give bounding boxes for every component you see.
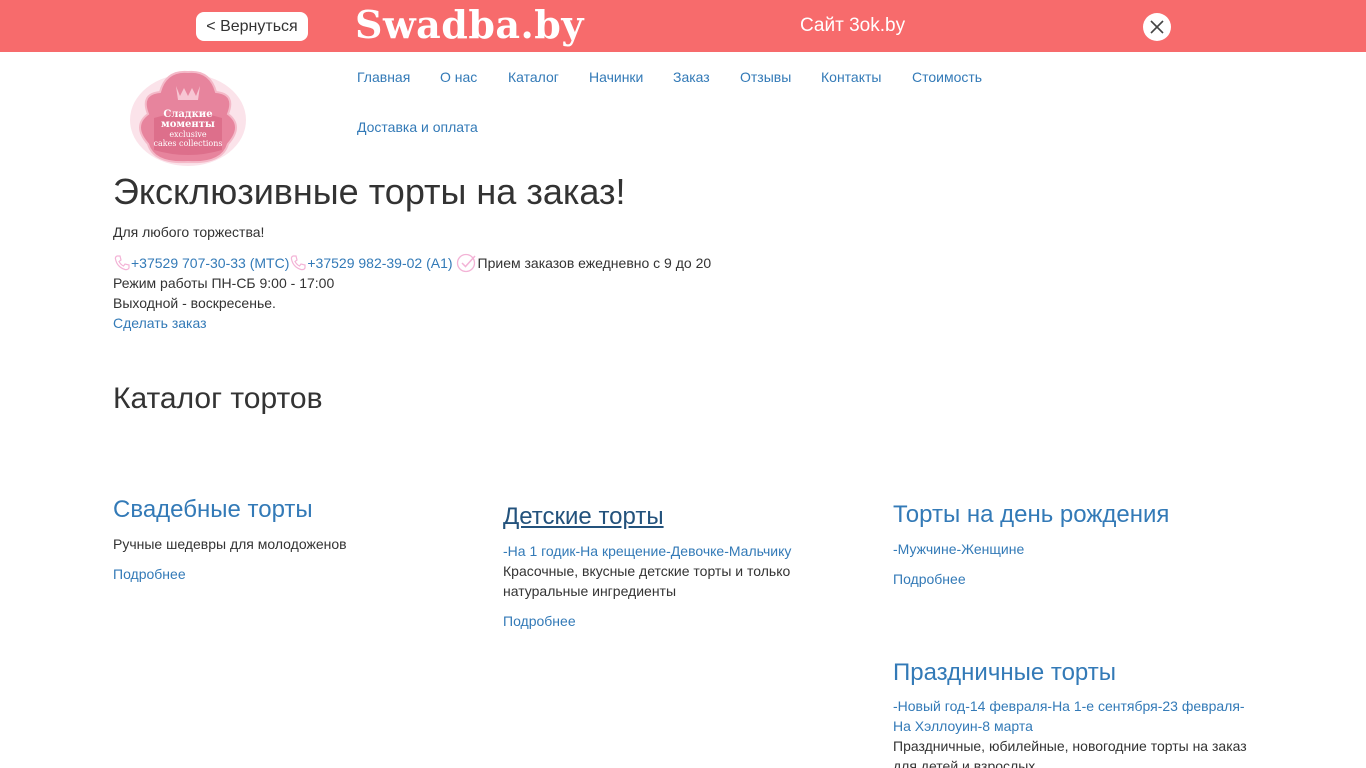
nav-item-contacts[interactable]: Контакты — [821, 68, 881, 86]
phone-a1-link[interactable]: +37529 982-39-02 (А1) — [307, 255, 452, 271]
catalog-heading: Каталог тортов — [113, 382, 323, 415]
phone-icon — [113, 254, 131, 272]
nav-item-order[interactable]: Заказ — [673, 68, 710, 86]
nav-item-catalog[interactable]: Каталог — [508, 68, 559, 86]
card-desc-kids-2: натуральные ингредиенты — [503, 583, 677, 599]
logo-line3: exclusive — [169, 130, 207, 139]
make-order-link[interactable]: Сделать заказ — [113, 314, 207, 332]
day-off: Выходной - воскресенье. — [113, 295, 276, 311]
phone-mts-link[interactable]: +37529 707-30-33 (МТС) — [131, 255, 289, 271]
working-hours: Режим работы ПН-СБ 9:00 - 17:00 — [113, 275, 335, 291]
check-circle-icon — [456, 252, 478, 274]
nav-item-about[interactable]: О нас — [440, 68, 477, 86]
tagline: Для любого торжества! — [113, 224, 265, 240]
nav-item-delivery[interactable]: Доставка и оплата — [357, 118, 478, 136]
card-more-kids[interactable]: Подробнее — [503, 612, 576, 630]
contact-line: +37529 707-30-33 (МТС) +37529 982-39-02 … — [113, 252, 711, 274]
card-title-wedding[interactable]: Свадебные торты — [113, 495, 313, 525]
card-desc-holiday-1: Праздничные, юбилейные, новогодние торты… — [893, 738, 1247, 754]
logo-text-sub: exclusive cakes collections — [126, 130, 250, 148]
brand-logo-text[interactable]: Swadba.by — [355, 1, 584, 49]
page-title: Эксклюзивные торты на заказ! — [113, 171, 626, 212]
card-sub-birthday[interactable]: -Мужчине-Женщине — [893, 539, 1024, 559]
logo-line4: cakes collections — [153, 139, 223, 148]
zok-site-link[interactable]: Сайт 3ok.by — [800, 15, 905, 37]
card-more-birthday[interactable]: Подробнее — [893, 570, 966, 588]
close-icon — [1150, 20, 1164, 34]
nav-item-fillings[interactable]: Начинки — [589, 68, 643, 86]
card-desc-wedding: Ручные шедевры для молодоженов — [113, 536, 347, 552]
orders-note: Прием заказов ежедневно с 9 до 20 — [477, 255, 712, 271]
nav-item-reviews[interactable]: Отзывы — [740, 68, 791, 86]
phone-icon — [289, 254, 307, 272]
card-title-kids[interactable]: Детские торты — [503, 502, 664, 532]
logo-line2: моменты — [161, 119, 215, 130]
card-sub-holiday-1[interactable]: -Новый год-14 февраля-На 1-е сентября-23… — [893, 696, 1245, 716]
card-more-wedding[interactable]: Подробнее — [113, 565, 186, 583]
card-sub-holiday-2[interactable]: На Хэллоуин-8 марта — [893, 716, 1033, 736]
nav-item-home[interactable]: Главная — [357, 68, 410, 86]
card-title-birthday[interactable]: Торты на день рождения — [893, 500, 1169, 530]
nav-item-pricing[interactable]: Стоимость — [912, 68, 982, 86]
card-desc-kids-1: Красочные, вкусные детские торты и тольк… — [503, 563, 791, 579]
logo-text-main: Сладкие моменты — [126, 110, 250, 130]
top-bar: < Вернуться Swadba.by Сайт 3ok.by — [0, 0, 1366, 52]
card-title-holiday[interactable]: Праздничные торты — [893, 658, 1116, 688]
site-logo[interactable]: Сладкие моменты exclusive cakes collecti… — [126, 64, 250, 168]
card-sub-kids[interactable]: -На 1 годик-На крещение-Девочке-Мальчику — [503, 541, 791, 561]
back-button[interactable]: < Вернуться — [196, 12, 308, 41]
close-button[interactable] — [1143, 13, 1171, 41]
card-desc-holiday-2: для детей и взрослых — [893, 758, 1036, 768]
